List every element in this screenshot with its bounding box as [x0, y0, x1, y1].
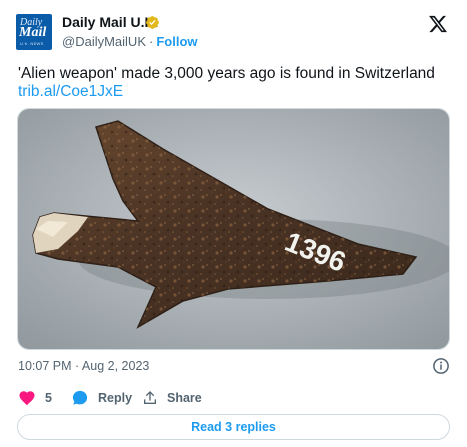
author-handle-row: @DailyMailUK · Follow — [62, 34, 198, 49]
author-name[interactable]: Daily Mail U.K. — [62, 14, 158, 30]
author-handle[interactable]: @DailyMailUK — [62, 34, 146, 49]
share-icon — [144, 391, 156, 404]
heart-icon — [19, 391, 35, 406]
tweet-card: Daily Mail U.K. NEWS Daily Mail U.K. @Da… — [0, 0, 467, 447]
verified-badge-icon — [146, 16, 159, 29]
read-replies-button[interactable]: Read 3 replies — [17, 414, 450, 440]
author-avatar[interactable]: Daily Mail U.K. NEWS — [16, 14, 52, 50]
avatar-text-mail: Mail — [19, 25, 47, 40]
follow-button[interactable]: Follow — [156, 34, 197, 49]
tweet-link[interactable]: trib.al/Coe1JxE — [18, 82, 123, 102]
reply-label: Reply — [98, 391, 133, 405]
avatar-text-news: U.K. NEWS — [20, 41, 44, 46]
like-count: 5 — [45, 391, 52, 405]
separator-dot: · — [149, 34, 154, 49]
arrowhead-photo: 1396 — [18, 109, 449, 349]
action-bar: 5 Reply Share — [18, 388, 448, 408]
like-button[interactable]: 5 — [18, 388, 52, 408]
tweet-image[interactable]: 1396 — [17, 108, 450, 350]
share-button[interactable]: Share — [142, 388, 202, 408]
tweet-timestamp[interactable]: 10:07 PM · Aug 2, 2023 — [18, 359, 149, 373]
reply-button[interactable]: Reply — [71, 388, 132, 408]
share-label: Share — [167, 391, 202, 405]
reply-bubble-icon — [72, 390, 88, 405]
x-logo-icon[interactable] — [428, 14, 448, 34]
info-icon[interactable] — [432, 357, 450, 375]
tweet-text: 'Alien weapon' made 3,000 years ago is f… — [18, 65, 435, 82]
